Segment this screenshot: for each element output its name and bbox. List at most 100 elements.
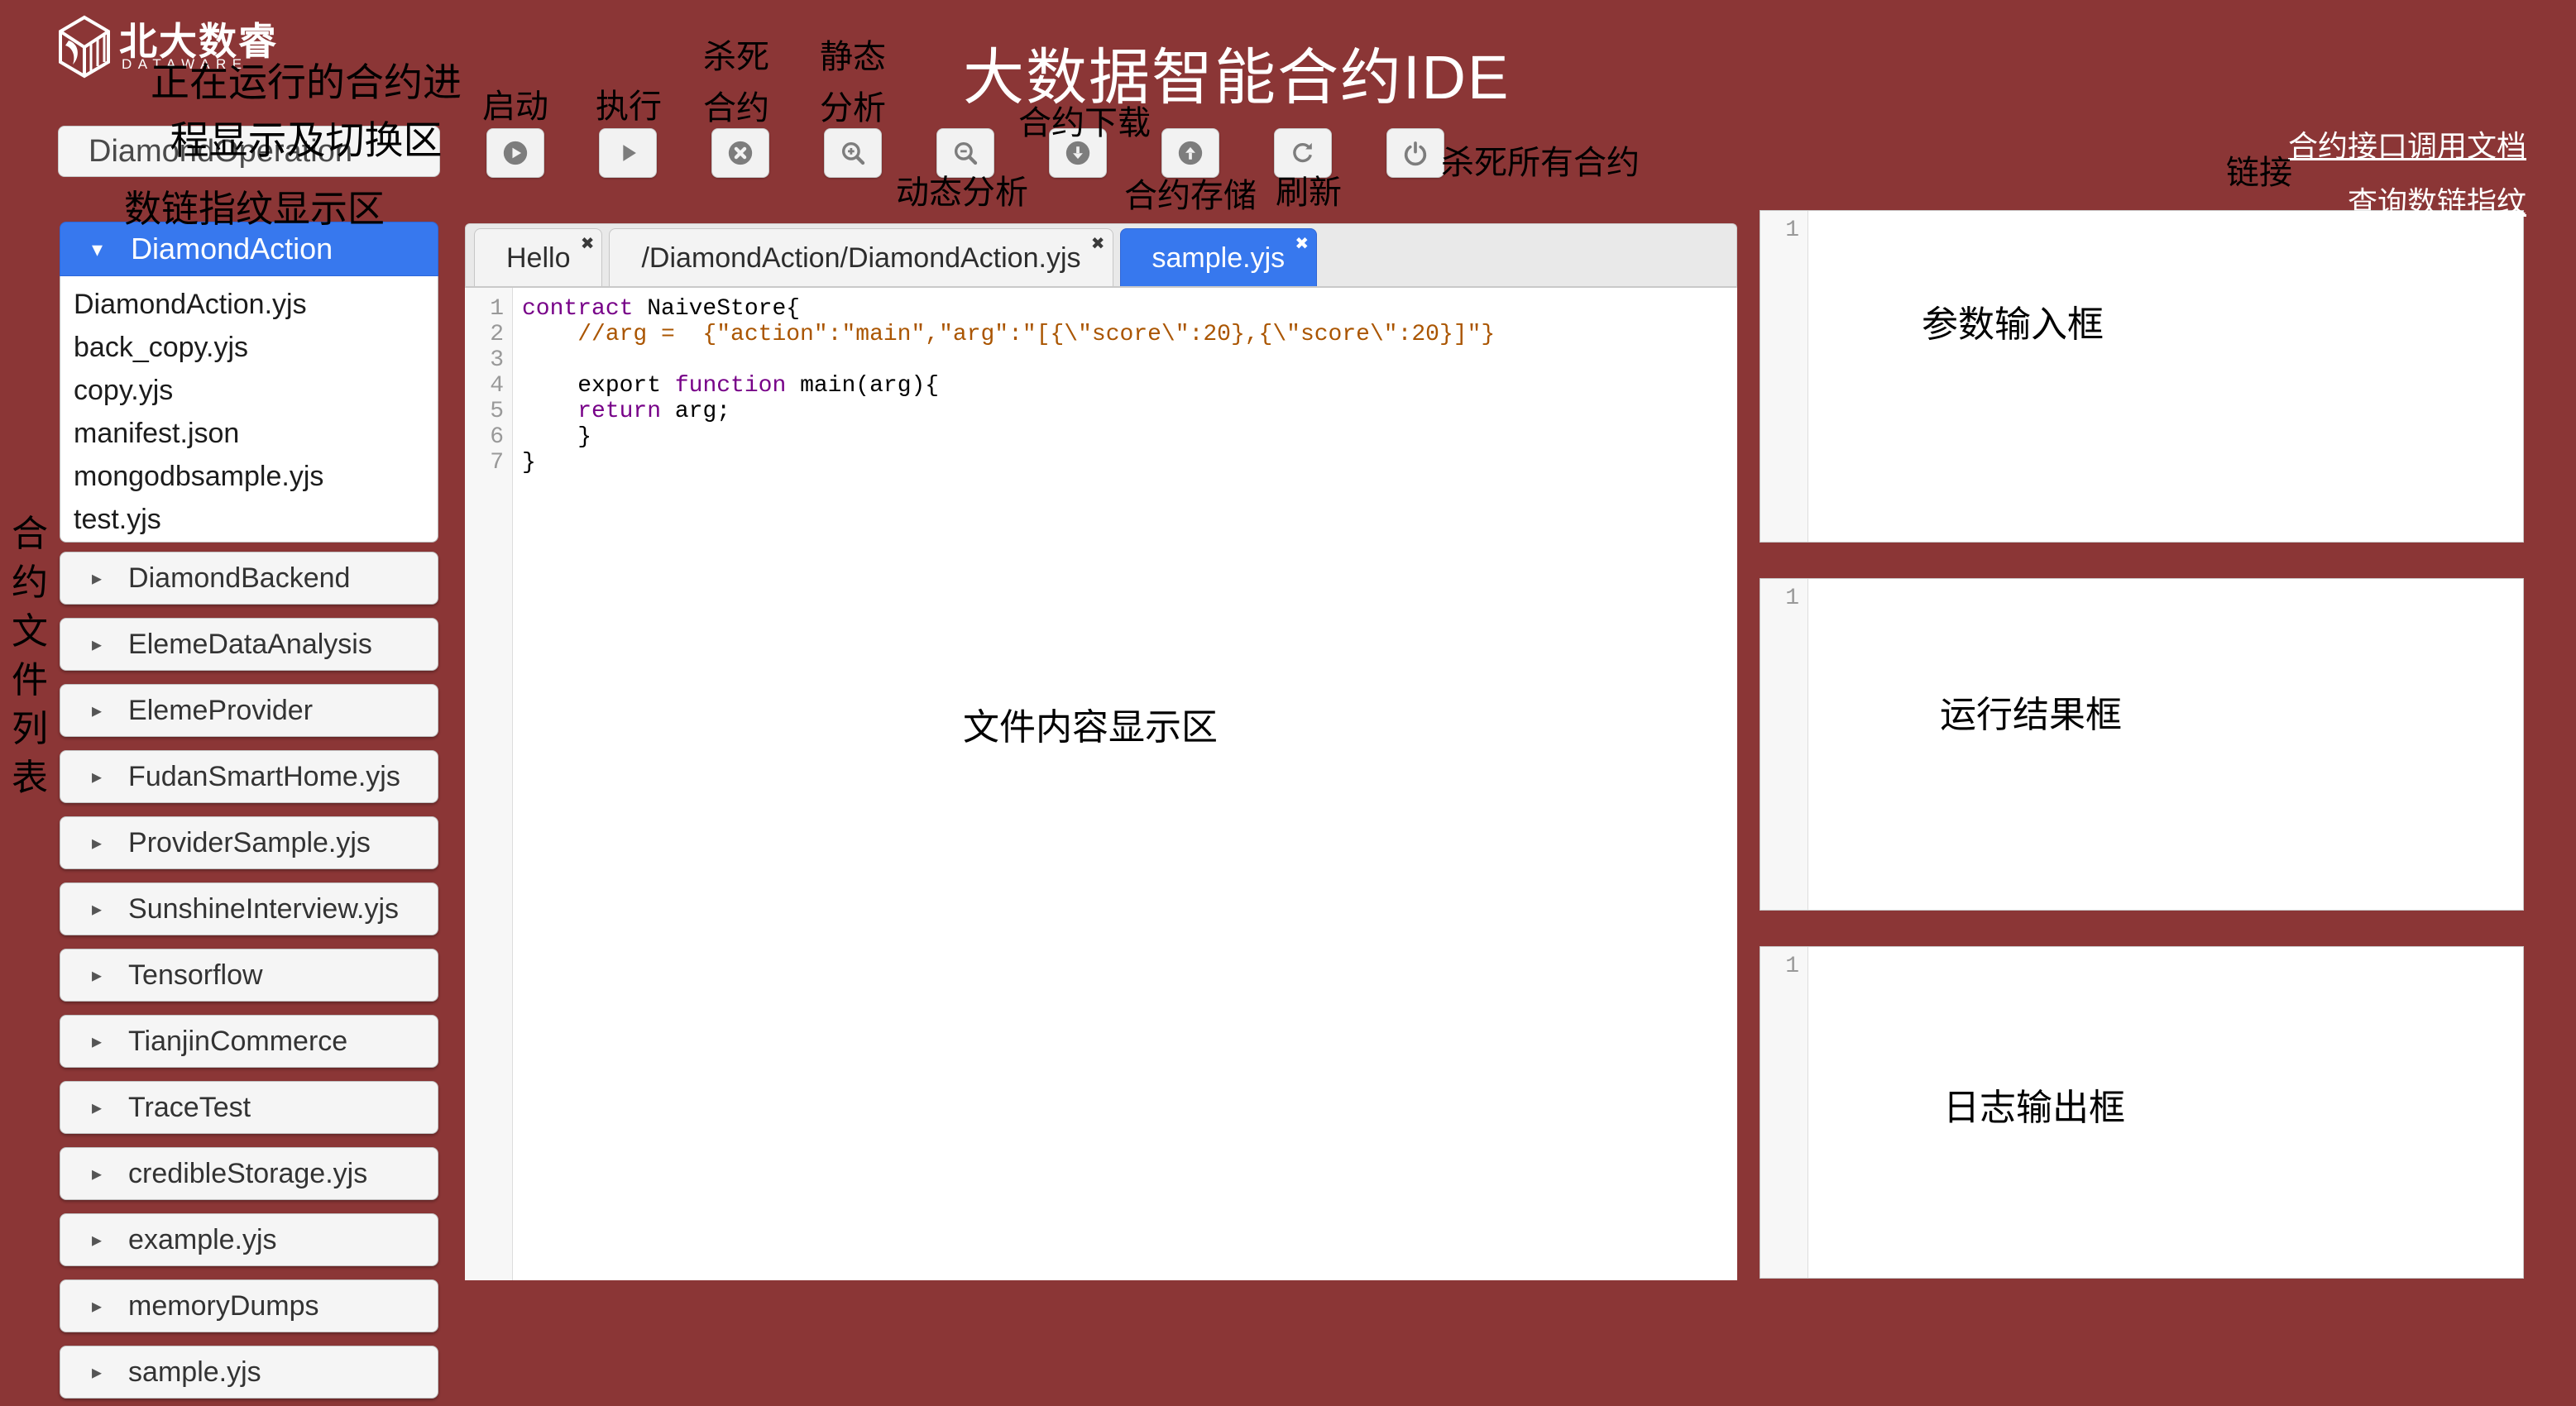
sidebar-group-sunshineinterview-yjs[interactable]: ▸SunshineInterview.yjs <box>60 882 438 935</box>
kill-contract-button[interactable] <box>711 128 769 178</box>
annotation-static-analysis: 静态分析 <box>816 31 890 134</box>
file-item[interactable]: manifest.json <box>60 412 438 455</box>
tab-label: sample.yjs <box>1152 242 1286 274</box>
line-number: 3 <box>465 347 512 373</box>
line-number: 7 <box>465 450 512 476</box>
play-icon <box>614 139 642 167</box>
line-number: 2 <box>465 322 512 347</box>
tab-label: /DiamondAction/DiamondAction.yjs <box>641 242 1080 274</box>
dataware-cube-icon <box>58 15 111 79</box>
code-line: contract NaiveStore{ <box>514 296 1737 322</box>
zoom-out-icon <box>951 139 979 167</box>
zoom-in-icon <box>839 139 867 167</box>
chevron-right-icon: ▸ <box>92 1162 102 1186</box>
file-item[interactable]: copy.yjs <box>60 369 438 412</box>
annotation-contract-file-list: 合约文件列表 <box>8 509 51 802</box>
start-button[interactable] <box>486 128 544 178</box>
code-line: } <box>514 424 1737 450</box>
close-icon[interactable]: ✖ <box>581 236 595 252</box>
execute-button[interactable] <box>599 128 657 178</box>
tab-sample-yjs[interactable]: sample.yjs ✖ <box>1120 228 1318 286</box>
chevron-right-icon: ▸ <box>92 831 102 855</box>
logo-subtitle: DATAWARE <box>122 56 248 73</box>
tab-hello[interactable]: Hello ✖ <box>474 228 602 286</box>
chevron-right-icon: ▸ <box>92 567 102 591</box>
sidebar-group-elemeprovider[interactable]: ▸ElemeProvider <box>60 684 438 737</box>
file-item[interactable]: test.yjs <box>60 498 438 541</box>
code-line: } <box>514 450 1737 476</box>
param-panel-gutter: 1 <box>1760 211 1808 542</box>
refresh-icon <box>1289 139 1317 167</box>
sidebar-group-sample-yjs[interactable]: ▸sample.yjs <box>60 1346 438 1399</box>
x-circle-icon <box>726 139 754 167</box>
chevron-right-icon: ▸ <box>92 633 102 657</box>
file-item[interactable]: back_copy.yjs <box>60 326 438 369</box>
annotation-links: 链接 <box>2222 146 2296 194</box>
annotation-start: 启动 <box>457 79 573 127</box>
sidebar-group-tensorflow[interactable]: ▸Tensorflow <box>60 949 438 1002</box>
chevron-down-icon: ▾ <box>92 237 103 262</box>
run-result-panel[interactable]: 1 <box>1760 578 2524 911</box>
dynamic-analysis-button[interactable] <box>936 128 994 178</box>
sidebar-group-example-yjs[interactable]: ▸example.yjs <box>60 1213 438 1266</box>
line-number: 4 <box>465 373 512 399</box>
file-item[interactable]: DiamondAction.yjs <box>60 283 438 326</box>
refresh-button[interactable] <box>1274 128 1332 178</box>
line-number: 1 <box>1760 218 1808 243</box>
download-circle-icon <box>1064 139 1092 167</box>
line-number: 1 <box>1760 586 1808 611</box>
code-line: //arg = {"action":"main","arg":"[{\"scor… <box>514 322 1737 347</box>
running-contract-select[interactable] <box>58 126 440 177</box>
tab-diamondaction-diamondaction-yjs[interactable]: /DiamondAction/DiamondAction.yjs ✖ <box>609 228 1113 286</box>
sidebar-group-label: DiamondAction <box>131 232 333 266</box>
param-input-panel[interactable]: 1 <box>1760 210 2524 543</box>
code-lines: contract NaiveStore{ //arg = {"action":"… <box>514 296 1737 476</box>
annotation-kill-all: 杀死所有合约 <box>1441 136 1648 184</box>
log-output-panel[interactable]: 1 <box>1760 946 2524 1279</box>
chevron-right-icon: ▸ <box>92 765 102 789</box>
tab-label: Hello <box>506 242 570 274</box>
sidebar-group-tracetest[interactable]: ▸TraceTest <box>60 1081 438 1134</box>
sidebar-group-crediblestorage-yjs[interactable]: ▸credibleStorage.yjs <box>60 1147 438 1200</box>
static-analysis-button[interactable] <box>824 128 882 178</box>
chevron-right-icon: ▸ <box>92 1096 102 1120</box>
close-icon[interactable]: ✖ <box>1295 236 1309 252</box>
code-line <box>514 347 1737 373</box>
close-icon[interactable]: ✖ <box>1091 236 1105 252</box>
file-item[interactable]: mongodbsample.yjs <box>60 455 438 498</box>
sidebar-group-memorydumps[interactable]: ▸memoryDumps <box>60 1279 438 1332</box>
chevron-right-icon: ▸ <box>92 1294 102 1318</box>
chevron-right-icon: ▸ <box>92 897 102 921</box>
contract-api-doc-link[interactable]: 合约接口调用文档 <box>2288 122 2526 165</box>
sidebar-group-diamondaction[interactable]: ▾ DiamondAction <box>60 222 438 276</box>
store-contract-button[interactable] <box>1161 128 1219 178</box>
line-number: 6 <box>465 424 512 450</box>
code-editor[interactable]: 1234567 contract NaiveStore{ //arg = {"a… <box>465 288 1737 1280</box>
ide-page: { "app": { "background_color": "#8b3636"… <box>0 0 2576 1406</box>
result-panel-gutter: 1 <box>1760 579 1808 910</box>
sidebar-file-list: DiamondAction.yjsback_copy.yjscopy.yjsma… <box>60 276 438 543</box>
toolbar <box>486 128 1444 178</box>
chevron-right-icon: ▸ <box>92 1030 102 1054</box>
sidebar-group-elemedataanalysis[interactable]: ▸ElemeDataAnalysis <box>60 618 438 671</box>
line-number: 5 <box>465 399 512 424</box>
chevron-right-icon: ▸ <box>92 1228 102 1252</box>
sidebar-group-providersample-yjs[interactable]: ▸ProviderSample.yjs <box>60 816 438 869</box>
sidebar-group-tianjincommerce[interactable]: ▸TianjinCommerce <box>60 1015 438 1068</box>
page-title: 大数据智能合约IDE <box>963 28 1510 117</box>
code-gutter: 1234567 <box>465 288 513 1280</box>
code-line: export function main(arg){ <box>514 373 1737 399</box>
download-contract-button[interactable] <box>1049 128 1107 178</box>
kill-all-contracts-button[interactable] <box>1386 128 1444 178</box>
chevron-right-icon: ▸ <box>92 1361 102 1384</box>
power-icon <box>1401 139 1429 167</box>
play-circle-icon <box>501 139 529 167</box>
chevron-right-icon: ▸ <box>92 699 102 723</box>
line-number: 1 <box>1760 954 1808 979</box>
editor-tab-bar: Hello✖/DiamondAction/DiamondAction.yjs✖s… <box>465 223 1737 288</box>
query-chain-fingerprint-link[interactable]: 查询数链指纹 <box>2348 179 2526 222</box>
sidebar-group-diamondbackend[interactable]: ▸DiamondBackend <box>60 552 438 605</box>
sidebar-group-fudansmarthome-yjs[interactable]: ▸FudanSmartHome.yjs <box>60 750 438 803</box>
code-line: return arg; <box>514 399 1737 424</box>
annotation-execute: 执行 <box>571 79 687 127</box>
